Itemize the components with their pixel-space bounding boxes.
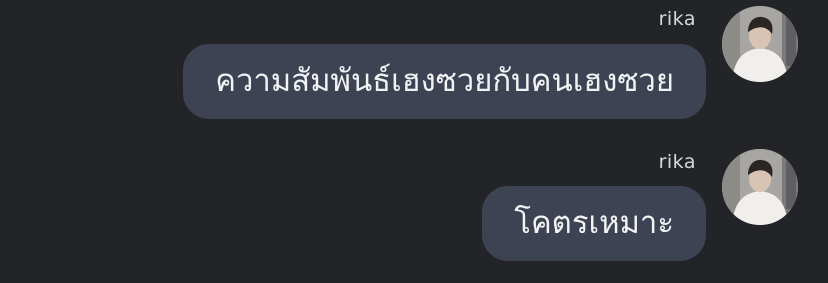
chat-thread: rika ความสัมพันธ์เฮงซวยกับคนเฮงซวย rika [0,0,828,283]
message-bubble[interactable]: ความสัมพันธ์เฮงซวยกับคนเฮงซวย [183,44,706,119]
sender-name: rika [658,151,696,173]
profile-photo-avatar-icon [722,149,798,225]
avatar[interactable] [722,6,798,82]
sender-name: rika [658,8,696,30]
message-bubble[interactable]: โคตรเหมาะ [482,186,706,261]
profile-photo-avatar-icon [722,6,798,82]
avatar[interactable] [722,149,798,225]
